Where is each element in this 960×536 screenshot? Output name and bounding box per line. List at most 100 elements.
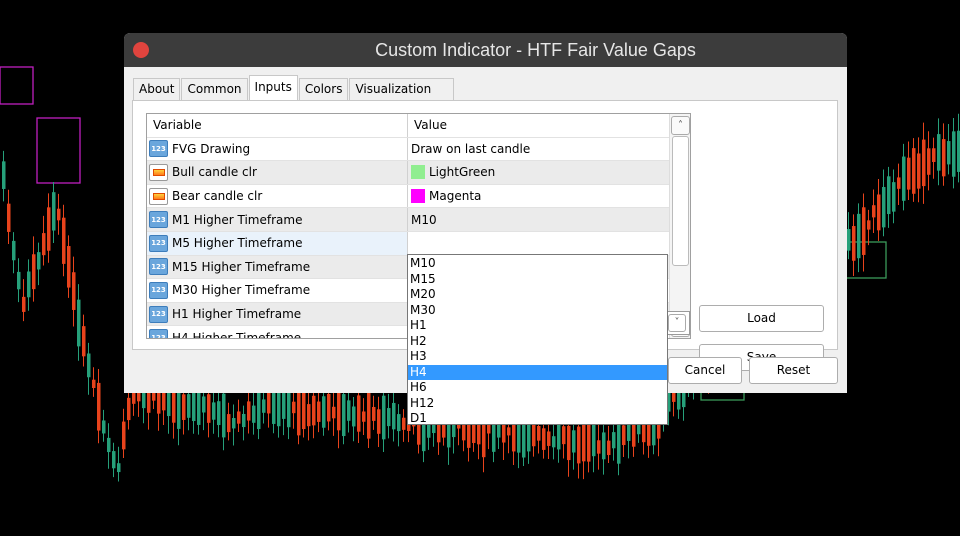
tab-inputs[interactable]: Inputs xyxy=(248,75,298,100)
fvg-box xyxy=(36,117,81,184)
candle-body xyxy=(902,156,906,201)
table-row[interactable]: 123 M1 Higher Timeframe M10 xyxy=(147,208,669,232)
color-swatch xyxy=(411,165,425,180)
candle-body xyxy=(37,252,41,270)
dropdown-option[interactable]: M20 xyxy=(408,287,667,303)
candle-body xyxy=(97,382,101,431)
dropdown-option[interactable]: H4 xyxy=(408,364,667,380)
chevron-down-icon[interactable]: ˅ xyxy=(668,314,686,332)
candle-body xyxy=(862,207,866,255)
candle-body xyxy=(242,413,246,428)
window-title: Custom Indicator - HTF Fair Value Gaps xyxy=(375,40,696,60)
candle-body xyxy=(27,271,31,298)
dropdown-option[interactable]: M15 xyxy=(408,272,667,288)
candle-body xyxy=(307,404,311,427)
value-cell[interactable]: M10 xyxy=(408,208,669,231)
variable-cell-text: M1 Higher Timeframe xyxy=(172,212,303,227)
dropdown-option[interactable]: H6 xyxy=(408,380,667,396)
title-bar: Custom Indicator - HTF Fair Value Gaps xyxy=(124,33,847,67)
dropdown-option[interactable]: H2 xyxy=(408,334,667,350)
table-row[interactable]: 123 M5 Higher Timeframe xyxy=(147,232,669,256)
candle-body xyxy=(227,414,231,433)
candle-body xyxy=(282,388,286,419)
fvg-box xyxy=(0,66,34,105)
candle-body xyxy=(212,402,216,420)
value-cell[interactable]: Magenta xyxy=(408,185,669,208)
candle-body xyxy=(292,401,296,414)
variable-cell: 123 M1 Higher Timeframe xyxy=(147,208,408,231)
variable-cell: Bull candle clr xyxy=(147,161,408,184)
candle-body xyxy=(57,208,61,221)
variable-cell: 123 H4 Higher Timeframe xyxy=(147,326,408,339)
tab-common[interactable]: Common xyxy=(181,78,248,100)
candle-body xyxy=(202,396,206,413)
candle-body xyxy=(187,394,191,418)
candle-body xyxy=(612,432,616,449)
variable-cell-text: M30 Higher Timeframe xyxy=(172,283,311,298)
candle-body xyxy=(632,424,636,447)
table-row[interactable]: Bear candle clr Magenta xyxy=(147,184,669,209)
candle-body xyxy=(907,157,911,190)
color-icon xyxy=(149,187,168,205)
candle-body xyxy=(592,421,596,457)
load-button[interactable]: Load xyxy=(699,305,824,332)
candle-body xyxy=(352,406,356,427)
candle-body xyxy=(92,379,96,388)
cancel-button[interactable]: Cancel xyxy=(668,357,742,384)
value-cell[interactable] xyxy=(408,232,669,255)
candle-body xyxy=(217,401,221,426)
vertical-scrollbar[interactable]: ˄ ˅ xyxy=(669,114,690,338)
tab-bar: About Common Inputs Colors Visualization xyxy=(133,75,455,100)
candle-body xyxy=(47,207,51,251)
dropdown-option[interactable]: H12 xyxy=(408,396,667,412)
variable-cell-text: H4 Higher Timeframe xyxy=(172,330,302,339)
candle-body xyxy=(597,440,601,454)
variable-cell: 123 M30 Higher Timeframe xyxy=(147,279,408,302)
candle-body xyxy=(867,220,871,230)
candle-body xyxy=(942,139,946,177)
tab-visualization[interactable]: Visualization xyxy=(349,78,455,100)
variable-column-header[interactable]: Variable xyxy=(147,114,408,137)
table-row[interactable]: Bull candle clr LightGreen xyxy=(147,161,669,185)
candle-body xyxy=(252,405,256,423)
dropdown-option[interactable]: D1 xyxy=(408,411,667,427)
candle-body xyxy=(387,408,391,427)
variable-cell: 123 FVG Drawing xyxy=(147,137,408,161)
value-cell-text: Draw on last candle xyxy=(411,141,531,156)
number-icon: 123 xyxy=(149,234,168,252)
candle-body xyxy=(402,417,406,430)
tab-about[interactable]: About xyxy=(133,78,181,100)
reset-button[interactable]: Reset xyxy=(749,357,838,384)
variable-cell: 123 M5 Higher Timeframe xyxy=(147,232,408,255)
value-column-header[interactable]: Value xyxy=(408,114,669,137)
candle-body xyxy=(927,148,931,175)
candle-body xyxy=(532,423,536,447)
candle-body xyxy=(262,399,266,413)
value-cell-text: Magenta xyxy=(429,189,482,204)
candle-body xyxy=(327,393,331,422)
dropdown-option[interactable]: H1 xyxy=(408,318,667,334)
scroll-up-icon[interactable]: ˄ xyxy=(671,116,690,135)
table-row[interactable]: 123 FVG Drawing Draw on last candle xyxy=(147,137,669,162)
candle-body xyxy=(7,203,11,232)
scrollbar-thumb[interactable] xyxy=(672,136,689,266)
variable-cell-text: M5 Higher Timeframe xyxy=(172,236,303,251)
candle-body xyxy=(622,425,626,446)
candle-body xyxy=(602,432,606,460)
dropdown-option[interactable]: M30 xyxy=(408,303,667,319)
candle-body xyxy=(507,427,511,436)
dropdown-option[interactable]: H3 xyxy=(408,349,667,365)
tab-colors[interactable]: Colors xyxy=(298,78,349,100)
candle-body xyxy=(607,440,611,456)
candle-body xyxy=(102,420,106,434)
timeframe-dropdown-list[interactable]: M10 M15 M20 M30 H1 H2 H3 H4 H6 H12 D1 xyxy=(407,254,668,425)
candle-body xyxy=(322,396,326,428)
value-cell[interactable]: LightGreen xyxy=(408,161,669,184)
candle-body xyxy=(237,411,241,424)
value-cell[interactable]: Draw on last candle xyxy=(408,138,669,161)
candle-body xyxy=(872,205,876,218)
dropdown-option[interactable]: M10 xyxy=(408,256,667,272)
candle-body xyxy=(82,326,86,357)
number-icon: 123 xyxy=(149,305,168,323)
candle-body xyxy=(562,426,566,445)
